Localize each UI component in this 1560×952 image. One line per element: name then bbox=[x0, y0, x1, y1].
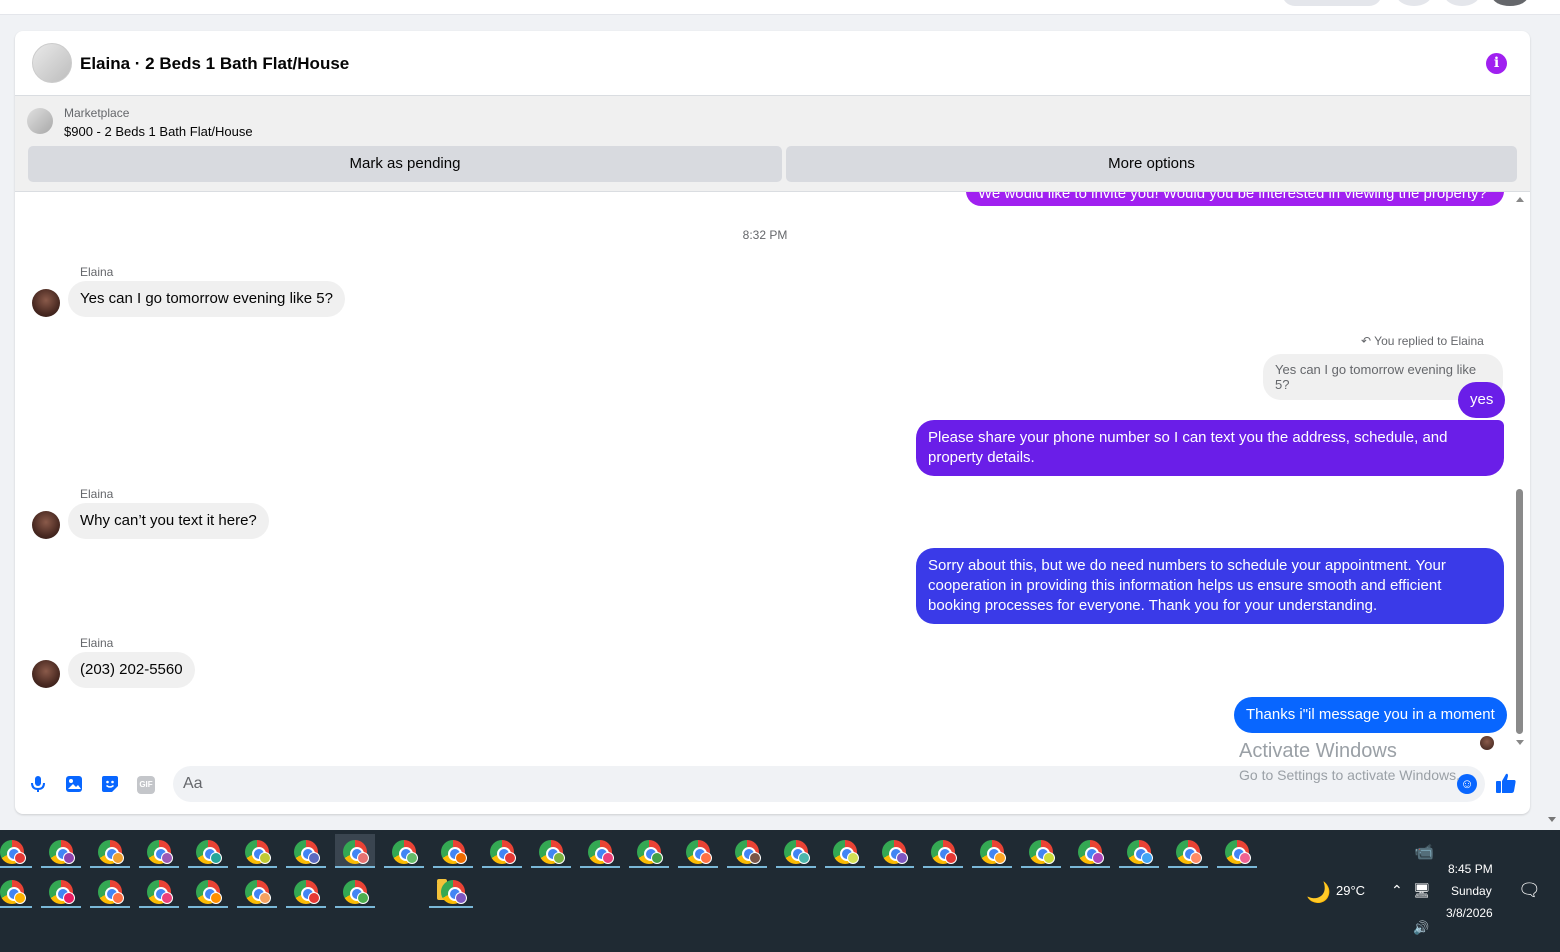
chrome-profile-icon[interactable] bbox=[335, 834, 375, 868]
gif-icon[interactable]: GIF bbox=[137, 776, 155, 794]
chrome-profile-icon[interactable] bbox=[1119, 834, 1159, 868]
emoji-icon[interactable]: ☺ bbox=[1457, 774, 1477, 794]
chrome-profile-icon[interactable] bbox=[286, 874, 326, 908]
outgoing-message[interactable]: Please share your phone number so I can … bbox=[916, 420, 1504, 476]
incoming-message[interactable]: Why can’t you text it here? bbox=[68, 503, 269, 539]
chrome-profile-icon[interactable] bbox=[531, 834, 571, 868]
reply-arrow-icon: ↶ bbox=[1361, 334, 1375, 348]
chrome-profile-icon[interactable] bbox=[90, 834, 130, 868]
chrome-profile-icon[interactable] bbox=[188, 874, 228, 908]
chrome-profile-icon[interactable] bbox=[41, 874, 81, 908]
photo-icon[interactable] bbox=[64, 775, 84, 795]
clock-time[interactable]: 8:45 PM bbox=[1448, 862, 1493, 876]
microphone-icon[interactable] bbox=[28, 775, 48, 795]
chrome-profile-icon[interactable] bbox=[433, 834, 473, 868]
reply-indicator: ↶ You replied to Elaina bbox=[1361, 334, 1484, 348]
chrome-profile-icon[interactable] bbox=[1217, 834, 1257, 868]
chrome-profile-icon[interactable] bbox=[825, 834, 865, 868]
chrome-profile-icon[interactable] bbox=[1021, 834, 1061, 868]
chrome-profile-icon[interactable] bbox=[580, 834, 620, 868]
more-options-button[interactable]: More options bbox=[786, 146, 1517, 182]
chrome-profile-icon[interactable] bbox=[482, 834, 522, 868]
thumbs-up-icon[interactable] bbox=[1495, 772, 1517, 800]
chrome-profile-icon[interactable] bbox=[1168, 834, 1208, 868]
notification-icon[interactable]: 🗨 bbox=[1518, 880, 1541, 901]
chrome-profile-icon[interactable] bbox=[188, 834, 228, 868]
chrome-profile-icon[interactable] bbox=[335, 874, 375, 908]
sender-name: Elaina bbox=[80, 487, 114, 501]
page-scroll-down-icon[interactable] bbox=[1548, 817, 1556, 822]
chrome-profile-icon[interactable] bbox=[384, 834, 424, 868]
sender-name: Elaina bbox=[80, 265, 114, 279]
chrome-profile-icon[interactable] bbox=[727, 834, 767, 868]
listing-avatar[interactable] bbox=[32, 43, 72, 83]
chrome-profile-icon[interactable] bbox=[0, 874, 32, 908]
chat-title[interactable]: Elaina · 2 Beds 1 Bath Flat/House bbox=[80, 54, 349, 74]
chrome-profile-icon[interactable] bbox=[776, 834, 816, 868]
chrome-profile-icon[interactable] bbox=[139, 874, 179, 908]
account-avatar[interactable] bbox=[1492, 0, 1528, 6]
chrome-profile-icon[interactable] bbox=[923, 834, 963, 868]
watermark-subtitle: Go to Settings to activate Windows. bbox=[1239, 767, 1460, 783]
clock-date[interactable]: 3/8/2026 bbox=[1446, 906, 1493, 920]
outgoing-message[interactable]: Sorry about this, but we do need numbers… bbox=[916, 548, 1504, 624]
outgoing-message[interactable]: We would like to invite you! Would you b… bbox=[966, 192, 1504, 206]
message-scrollbar[interactable] bbox=[1515, 192, 1525, 762]
listing-source: Marketplace bbox=[64, 106, 130, 120]
contact-avatar[interactable] bbox=[32, 660, 60, 688]
chevron-up-icon[interactable]: ⌃ bbox=[1391, 882, 1403, 899]
listing-thumbnail[interactable] bbox=[27, 108, 53, 134]
chrome-profile-icon[interactable] bbox=[433, 874, 473, 908]
chrome-profile-icon[interactable] bbox=[41, 834, 81, 868]
top-search-pill[interactable] bbox=[1282, 0, 1382, 6]
message-list: We would like to invite you! Would you b… bbox=[15, 192, 1530, 762]
outgoing-message[interactable]: Thanks i"il message you in a moment bbox=[1234, 697, 1507, 733]
volume-icon[interactable]: 🔊 bbox=[1413, 920, 1429, 936]
chat-window: Elaina · 2 Beds 1 Bath Flat/House i Mark… bbox=[15, 31, 1530, 814]
seen-avatar bbox=[1480, 736, 1494, 750]
reply-indicator-text: You replied to Elaina bbox=[1374, 334, 1484, 348]
top-nav-button[interactable] bbox=[1396, 0, 1432, 6]
chrome-profile-icon[interactable] bbox=[0, 834, 32, 868]
message-timestamp: 8:32 PM bbox=[742, 228, 788, 242]
network-icon[interactable]: 🖥 bbox=[1413, 882, 1431, 899]
chrome-profile-icon[interactable] bbox=[972, 834, 1012, 868]
mark-as-pending-button[interactable]: Mark as pending bbox=[28, 146, 782, 182]
listing-price-title[interactable]: $900 - 2 Beds 1 Bath Flat/House bbox=[64, 124, 253, 139]
outgoing-message[interactable]: yes bbox=[1458, 382, 1506, 418]
chrome-profile-icon[interactable] bbox=[1070, 834, 1110, 868]
chrome-profile-icon[interactable] bbox=[874, 834, 914, 868]
activate-windows-watermark: Activate Windows Go to Settings to activ… bbox=[1239, 740, 1460, 783]
chrome-profile-icon[interactable] bbox=[237, 834, 277, 868]
chrome-profile-icon[interactable] bbox=[139, 834, 179, 868]
meet-now-icon[interactable]: 📹 bbox=[1414, 842, 1434, 862]
weather-moon-icon: 🌙 bbox=[1306, 882, 1331, 904]
chrome-profile-icon[interactable] bbox=[237, 874, 277, 908]
weather-temperature[interactable]: 29°C bbox=[1336, 883, 1365, 898]
chrome-profile-icon[interactable] bbox=[629, 834, 669, 868]
top-nav-strip bbox=[0, 0, 1560, 15]
chrome-profile-icon[interactable] bbox=[90, 874, 130, 908]
watermark-title: Activate Windows bbox=[1239, 740, 1397, 762]
top-nav-button[interactable] bbox=[1444, 0, 1480, 6]
incoming-message[interactable]: (203) 202-5560 bbox=[68, 652, 195, 688]
scroll-thumb[interactable] bbox=[1516, 489, 1523, 734]
clock-day[interactable]: Sunday bbox=[1451, 884, 1492, 898]
listing-banner: Marketplace $900 - 2 Beds 1 Bath Flat/Ho… bbox=[15, 96, 1530, 192]
incoming-message[interactable]: Yes can I go tomorrow evening like 5? bbox=[68, 281, 345, 317]
chrome-profile-icon[interactable] bbox=[286, 834, 326, 868]
info-icon[interactable]: i bbox=[1486, 53, 1507, 74]
sticker-icon[interactable] bbox=[100, 775, 120, 795]
scroll-down-icon[interactable] bbox=[1516, 740, 1524, 745]
sender-name: Elaina bbox=[80, 636, 114, 650]
chat-header: Elaina · 2 Beds 1 Bath Flat/House i bbox=[15, 31, 1530, 96]
chrome-profile-icon[interactable] bbox=[678, 834, 718, 868]
contact-avatar[interactable] bbox=[32, 289, 60, 317]
scroll-up-icon[interactable] bbox=[1516, 197, 1524, 202]
contact-avatar[interactable] bbox=[32, 511, 60, 539]
